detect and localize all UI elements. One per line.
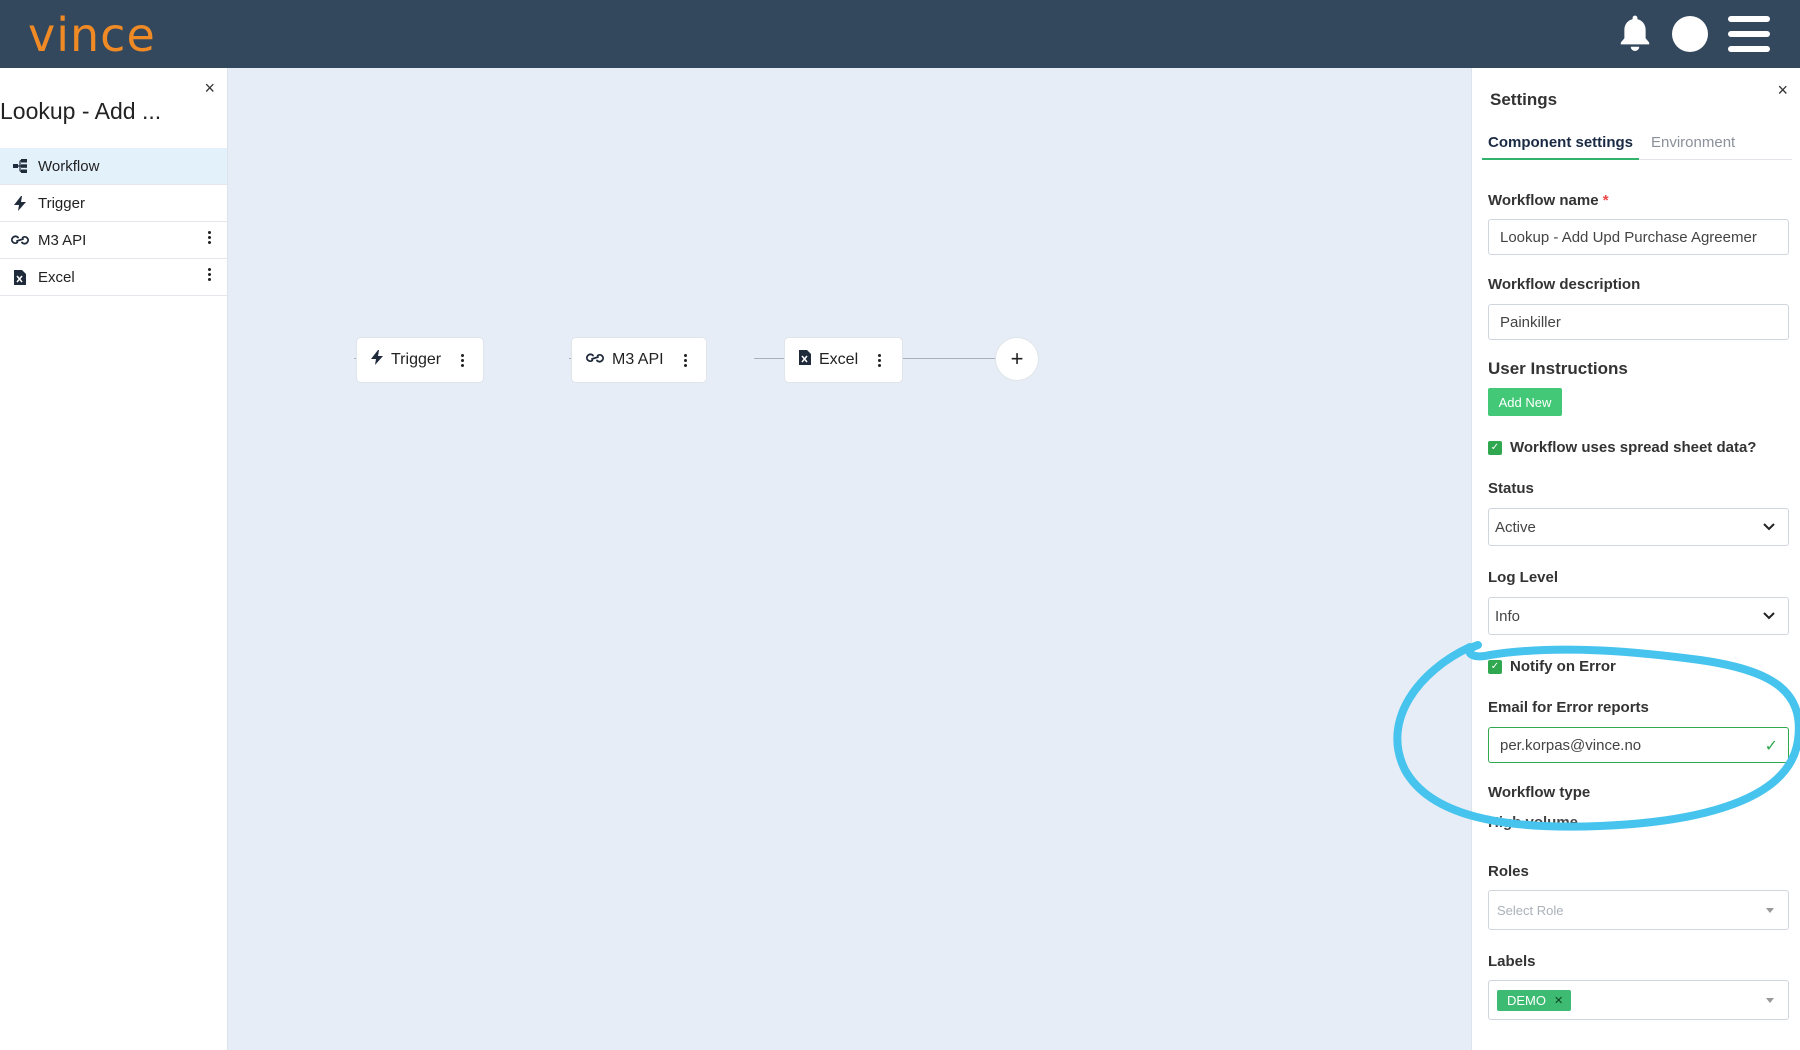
status-label: Status — [1488, 480, 1534, 497]
check-icon: ✓ — [1764, 738, 1778, 755]
labels-label: Labels — [1488, 953, 1536, 970]
workflow-icon — [10, 159, 30, 173]
settings-tabs: Component settings Environment — [1482, 130, 1792, 160]
notify-on-error-label: Notify on Error — [1510, 658, 1616, 675]
bolt-icon — [371, 350, 383, 370]
avatar[interactable] — [1672, 16, 1708, 52]
settings-title: Settings — [1490, 90, 1558, 109]
workflow-type-value: High volume — [1488, 814, 1579, 831]
spreadsheet-label: Workflow uses spread sheet data? — [1510, 439, 1757, 456]
sidebar-item-workflow[interactable]: Workflow — [0, 148, 227, 185]
sidebar-item-m3-api[interactable]: M3 API — [0, 222, 227, 259]
required-mark: * — [1602, 192, 1609, 209]
tab-component-settings[interactable]: Component settings — [1482, 130, 1639, 160]
left-panel: × Lookup - Add ... Workflow Trigger M3 A… — [0, 68, 228, 1050]
close-icon[interactable]: × — [204, 78, 215, 99]
more-options-icon[interactable] — [208, 231, 211, 244]
node-label: M3 API — [612, 351, 664, 368]
sidebar-item-label: Trigger — [38, 194, 85, 212]
label-tag: DEMO ✕ — [1497, 989, 1572, 1011]
sidebar-item-excel[interactable]: Excel — [0, 259, 227, 296]
node-label: Trigger — [391, 351, 442, 368]
checkbox-checked-icon[interactable]: ✓ — [1488, 659, 1502, 674]
workflow-name-input[interactable]: Lookup - Add Upd Purchase Agreemer — [1488, 219, 1789, 255]
checkbox-checked-icon[interactable]: ✓ — [1488, 440, 1502, 455]
excel-file-icon — [799, 350, 811, 370]
more-options-icon[interactable] — [461, 353, 465, 367]
remove-tag-icon[interactable]: ✕ — [1554, 994, 1563, 1007]
email-error-label: Email for Error reports — [1488, 699, 1649, 716]
more-options-icon[interactable] — [683, 353, 687, 367]
workflow-name-label-text: Workflow name — [1488, 192, 1599, 209]
more-options-icon[interactable] — [878, 353, 882, 367]
caret-down-icon — [1766, 908, 1774, 913]
chevron-down-icon — [1762, 608, 1776, 626]
caret-down-icon — [1766, 998, 1774, 1003]
more-options-icon[interactable] — [208, 268, 211, 281]
roles-placeholder: Select Role — [1497, 902, 1564, 918]
sidebar-item-label: Excel — [38, 268, 75, 286]
sidebar-item-label: Workflow — [38, 157, 100, 175]
sidebar-item-trigger[interactable]: Trigger — [0, 185, 227, 222]
chevron-down-icon — [1762, 519, 1776, 537]
component-list: Workflow Trigger M3 API Excel — [0, 148, 227, 296]
tag-text: DEMO — [1507, 992, 1546, 1008]
email-value: per.korpas@vince.no — [1500, 736, 1642, 754]
log-level-label: Log Level — [1488, 569, 1559, 586]
workflow-title: Lookup - Add ... — [0, 98, 162, 124]
tab-environment[interactable]: Environment — [1645, 130, 1741, 159]
node-label: Excel — [819, 351, 859, 368]
close-icon[interactable]: × — [1777, 80, 1788, 101]
add-node-button[interactable]: + — [996, 338, 1038, 380]
workflow-canvas[interactable]: Trigger M3 API Excel + — [229, 68, 1471, 1050]
log-level-select[interactable]: Info — [1488, 597, 1789, 635]
bell-icon[interactable] — [1618, 14, 1652, 54]
hamburger-menu-icon[interactable] — [1728, 16, 1770, 52]
log-level-value: Info — [1495, 607, 1521, 625]
status-select[interactable]: Active — [1488, 508, 1789, 546]
bolt-icon — [10, 195, 30, 211]
spreadsheet-checkbox-row[interactable]: ✓ Workflow uses spread sheet data? — [1488, 439, 1756, 456]
link-icon — [586, 351, 604, 369]
add-new-button[interactable]: Add New — [1488, 388, 1562, 416]
workflow-description-label: Workflow description — [1488, 276, 1641, 293]
roles-select[interactable]: Select Role — [1488, 890, 1789, 930]
labels-select[interactable]: DEMO ✕ — [1488, 980, 1789, 1020]
workflow-description-input[interactable]: Painkiller — [1488, 304, 1789, 340]
notify-on-error-row[interactable]: ✓ Notify on Error — [1488, 658, 1616, 675]
workflow-name-label: Workflow name * — [1488, 192, 1609, 209]
node-m3-api[interactable]: M3 API — [572, 338, 706, 382]
top-icons — [1618, 14, 1770, 54]
top-bar: vince — [0, 0, 1800, 68]
email-error-input[interactable]: per.korpas@vince.no ✓ — [1488, 727, 1789, 763]
status-value: Active — [1495, 518, 1536, 536]
link-icon — [10, 234, 30, 246]
settings-panel: × Settings Component settings Environmen… — [1471, 68, 1800, 1050]
node-excel[interactable]: Excel — [785, 338, 902, 382]
user-instructions-label: User Instructions — [1488, 359, 1628, 378]
vince-logo[interactable]: vince — [28, 8, 156, 62]
workflow-type-label: Workflow type — [1488, 784, 1591, 801]
node-trigger[interactable]: Trigger — [357, 338, 483, 382]
sidebar-item-label: M3 API — [38, 231, 87, 249]
excel-file-icon — [10, 269, 30, 285]
roles-label: Roles — [1488, 863, 1529, 880]
